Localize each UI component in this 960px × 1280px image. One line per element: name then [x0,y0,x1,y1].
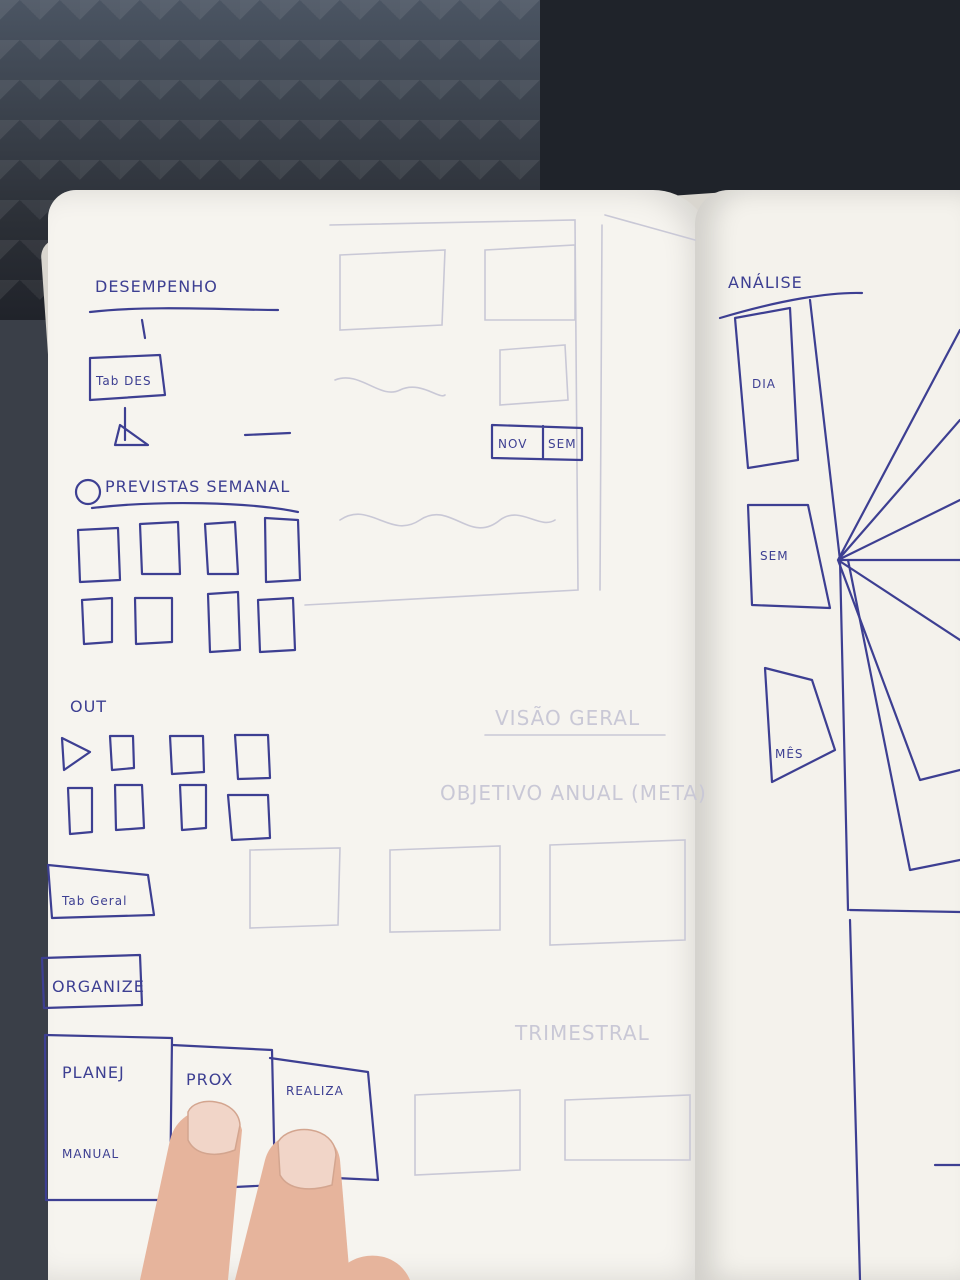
tab-des-label: Tab DES [95,374,152,388]
analise-title: ANÁLISE [728,273,803,292]
card-planejar-label: PLANEJ [62,1063,125,1082]
toggle-left-label: NOV [498,437,527,451]
ghost-visao-geral: VISÃO GERAL [495,706,640,730]
ghost-objetivo: OBJETIVO ANUAL (META) [440,781,707,805]
analise-item-sem: SEM [760,549,789,563]
organize-label: ORGANIZE [52,977,145,996]
desempenho-title: DESEMPENHO [95,277,218,296]
notebook-sketch: VISÃO GERAL OBJETIVO ANUAL (META) TRIMES… [40,214,960,1280]
toggle-right-label: SEM [548,437,577,451]
out-label: OUT [70,697,107,716]
show-through-sketch: VISÃO GERAL OBJETIVO ANUAL (META) TRIMES… [249,214,707,1176]
tab-geral-label: Tab Geral [61,894,127,908]
previstas-semanal-label: PREVISTAS SEMANAL [105,477,290,496]
right-page-ink: ANÁLISE DIA SEM MÊS [718,273,960,1280]
card-manual-label: MANUAL [62,1147,119,1161]
analise-item-dia: DIA [752,377,776,391]
card-realiza-label: REALIZA [286,1084,344,1098]
card-prox-label: PROX [186,1070,233,1089]
ghost-trimestral: TRIMESTRAL [514,1021,650,1045]
analise-item-mes: MÊS [775,746,804,761]
hand-fingers [140,1100,410,1280]
left-page-ink: DESEMPENHO Tab DES PREVISTAS SEMANAL OUT [40,277,584,1202]
